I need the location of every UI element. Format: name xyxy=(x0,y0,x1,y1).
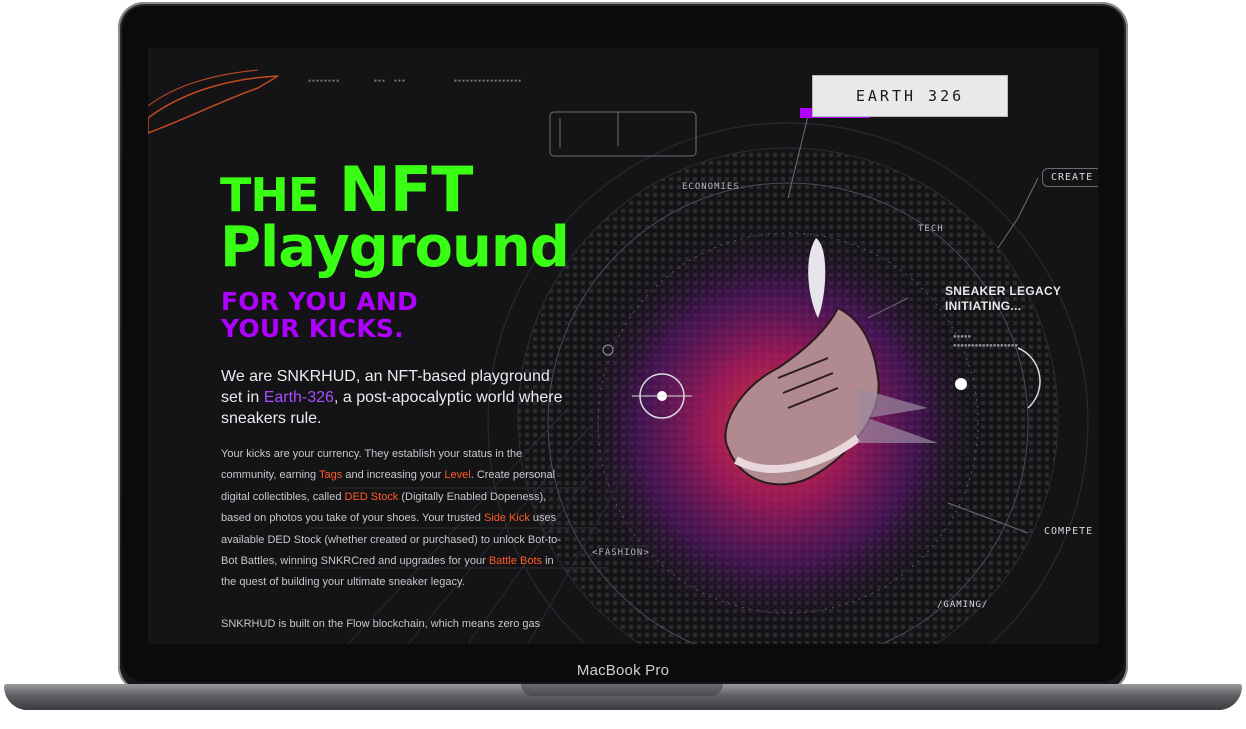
earth-326-link[interactable]: Earth-326 xyxy=(264,389,334,406)
body-paragraph-1: Your kicks are your currency. They estab… xyxy=(221,444,561,594)
hero-subtitle-line2: YOUR KICKS. xyxy=(221,314,404,343)
legacy-line1: SNEAKER LEGACY xyxy=(945,284,1062,298)
body-text: and increasing your xyxy=(342,469,445,482)
device-label: MacBook Pro xyxy=(576,662,670,679)
website-screen: ▪▪▪▪▪▪▪▪ ▪▪▪ ▪▪▪ ▪▪▪▪▪▪▪▪▪▪▪▪▪▪▪▪▪ THE N… xyxy=(148,48,1098,644)
nav-placeholder-2: ▪▪▪ xyxy=(374,78,387,84)
nav-placeholder-4: ▪▪▪▪▪▪▪▪▪▪▪▪▪▪▪▪▪ xyxy=(454,78,523,84)
earth-326-badge: EARTH 326 xyxy=(812,75,1008,117)
create-button[interactable]: CREATE xyxy=(1042,168,1098,187)
hud-fashion-label: <FASHION> xyxy=(592,548,650,558)
nav-placeholder-3: ▪▪▪ xyxy=(394,78,407,84)
hero-title-playground: Playground xyxy=(220,214,570,280)
legacy-line2: INITIATING... xyxy=(945,299,1022,313)
hero-title: THE NFT Playground xyxy=(220,159,570,280)
battle-bots-link[interactable]: Battle Bots xyxy=(489,555,542,567)
hero-title-the: THE xyxy=(220,168,319,222)
hud-gaming-label: /GAMING/ xyxy=(937,600,989,610)
hud-economies-label: ECONOMIES xyxy=(682,182,740,192)
nav-placeholder-1: ▪▪▪▪▪▪▪▪ xyxy=(308,78,341,84)
legacy-status-readout: ▪▪▪▪▪ ▪▪▪▪▪▪▪▪▪▪▪▪▪▪▪▪▪▪ xyxy=(953,333,1019,349)
hud-tech-label: TECH xyxy=(918,224,944,234)
side-kick-link[interactable]: Side Kick xyxy=(484,512,530,524)
ded-stock-link[interactable]: DED Stock xyxy=(345,491,399,503)
level-link[interactable]: Level xyxy=(444,469,470,481)
hero-subtitle-line1: FOR YOU AND xyxy=(221,287,418,316)
sneaker-legacy-heading: SNEAKER LEGACY INITIATING... xyxy=(945,284,1061,314)
compete-button[interactable]: COMPETE xyxy=(1035,522,1098,541)
hero-subtitle: FOR YOU AND YOUR KICKS. xyxy=(221,288,541,342)
body-paragraph-2: SNKRHUD is built on the Flow blockchain,… xyxy=(221,618,541,630)
laptop-notch xyxy=(521,684,723,696)
tags-link[interactable]: Tags xyxy=(319,469,342,481)
intro-paragraph: We are SNKRHUD, an NFT-based playground … xyxy=(221,366,571,429)
